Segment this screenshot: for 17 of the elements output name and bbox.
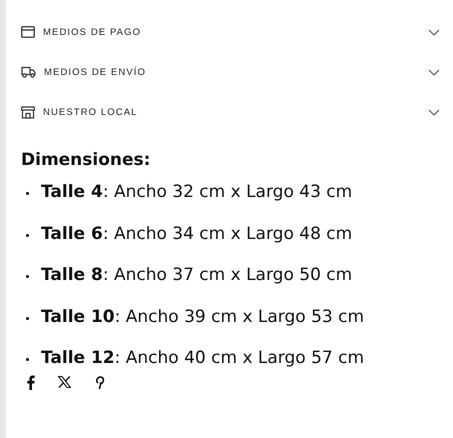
size-list-item: Talle 10: Ancho 39 cm x Largo 53 cm xyxy=(25,304,364,328)
accordion-header[interactable]: MEDIOS DE PAGO xyxy=(21,12,440,52)
size-list-item: Talle 4: Ancho 32 cm x Largo 43 cm xyxy=(25,180,352,204)
size-list-item: Talle 8: Ancho 37 cm x Largo 50 cm xyxy=(25,263,352,287)
truck-icon xyxy=(21,66,36,78)
section-heading: Dimensiones: xyxy=(21,150,152,170)
size-list-item: Talle 6: Ancho 34 cm x Largo 48 cm xyxy=(25,222,352,246)
chevron-icon xyxy=(428,28,440,36)
chevron-icon xyxy=(428,68,440,76)
x-icon[interactable] xyxy=(58,376,71,388)
accordion-header[interactable]: MEDIOS DE ENVÍO xyxy=(21,52,440,92)
credit-card-icon xyxy=(21,26,35,38)
facebook-icon[interactable] xyxy=(26,374,35,390)
chevron-icon xyxy=(428,108,440,116)
storefront-icon xyxy=(21,106,35,118)
accordion-header[interactable]: NUESTRO LOCAL xyxy=(21,92,440,132)
size-list-item: Talle 12: Ancho 40 cm x Largo 57 cm xyxy=(25,346,364,370)
